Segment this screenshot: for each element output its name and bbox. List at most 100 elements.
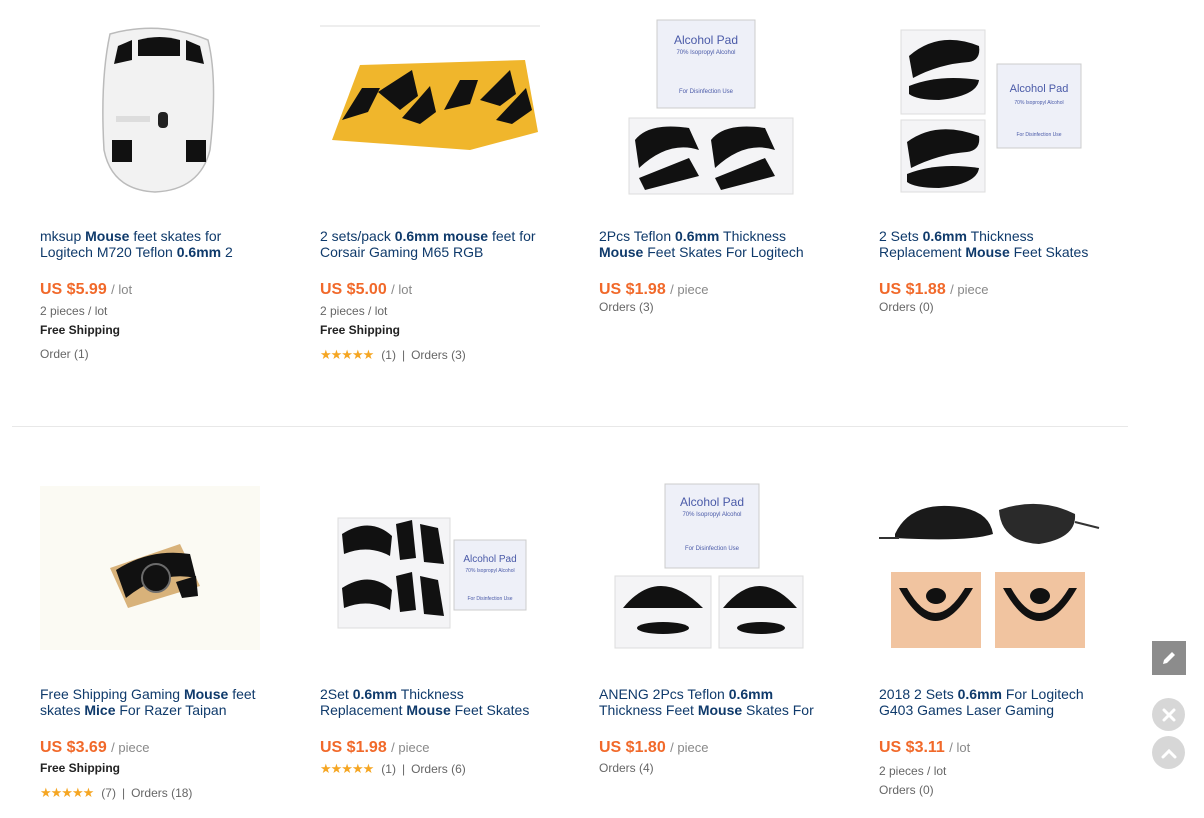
free-shipping-label: Free Shipping	[320, 323, 401, 337]
orders-count: Orders (0)	[879, 300, 934, 314]
product-card[interactable]: Alcohol Pad 70% Isopropyl Alcohol For Di…	[599, 458, 839, 818]
pieces-per-lot: 2 pieces / lot	[40, 304, 108, 318]
title-text: 2018 2 Sets	[879, 686, 958, 702]
rating-count[interactable]: (1)	[381, 348, 396, 362]
feedback-edit-button[interactable]	[1152, 641, 1186, 675]
product-card[interactable]: Alcohol Pad 70% Isopropyl Alcohol For Di…	[320, 458, 560, 818]
svg-text:70% Isopropyl Alcohol: 70% Isopropyl Alcohol	[465, 568, 514, 574]
orders-count: Orders (0)	[879, 783, 934, 797]
title-text: 2Pcs Teflon	[599, 228, 676, 244]
close-icon	[1162, 708, 1175, 721]
product-title[interactable]: mksup Mouse feet skates for Logitech M72…	[40, 228, 262, 264]
product-card[interactable]: Free Shipping Gaming Mouse feet skates M…	[40, 458, 280, 818]
orders-count: Orders (3)	[599, 300, 654, 314]
title-text: 2	[221, 244, 233, 260]
title-text: 2 sets/pack	[320, 228, 395, 244]
title-keyword: 0.6mm	[675, 228, 720, 244]
separator: |	[401, 762, 406, 776]
product-card[interactable]: 2018 2 Sets 0.6mm For Logitech G403 Game…	[879, 458, 1119, 818]
title-text: 2Set	[320, 686, 353, 702]
product-image[interactable]: Alcohol Pad 70% Isopropyl Alcohol For Di…	[599, 458, 821, 678]
product-card[interactable]: Alcohol Pad 70% Isopropyl Alcohol For Di…	[879, 0, 1119, 380]
product-image[interactable]: Alcohol Pad 70% Isopropyl Alcohol For Di…	[879, 0, 1101, 220]
product-row-1: mksup Mouse feet skates for Logitech M72…	[0, 0, 1140, 380]
product-price: US $1.80 / piece	[599, 739, 709, 756]
product-price: US $1.98 / piece	[599, 281, 709, 298]
title-keyword: 0.6mm	[176, 244, 222, 260]
rating-and-orders: ★★★★★ (1) | Orders (3)	[320, 347, 466, 363]
title-keyword: 0.6mm	[352, 686, 398, 702]
title-text: Thickness Feet	[599, 702, 698, 718]
back-to-top-button[interactable]	[1152, 736, 1185, 769]
orders-count: Order (1)	[40, 347, 89, 361]
product-image[interactable]: Alcohol Pad 70% Isopropyl Alcohol For Di…	[599, 0, 821, 220]
title-keyword: Mouse	[406, 702, 451, 718]
free-shipping-label: Free Shipping	[40, 761, 121, 775]
product-image[interactable]	[40, 0, 262, 220]
title-keyword: Mouse	[697, 702, 743, 718]
product-image[interactable]: Alcohol Pad 70% Isopropyl Alcohol For Di…	[320, 458, 542, 678]
product-price: US $3.11 / lot	[879, 739, 971, 756]
title-keyword: Mouse	[183, 686, 229, 702]
product-price: US $5.99 / lot	[40, 281, 133, 298]
product-title[interactable]: 2018 2 Sets 0.6mm For Logitech G403 Game…	[879, 686, 1101, 722]
product-title[interactable]: ANENG 2Pcs Teflon 0.6mm Thickness Feet M…	[599, 686, 821, 722]
title-text: 2 Sets	[879, 228, 923, 244]
product-price: US $3.69 / piece	[40, 739, 150, 756]
orders-count[interactable]: Orders (18)	[131, 786, 192, 800]
product-price: US $1.98 / piece	[320, 739, 430, 756]
product-price: US $1.88 / piece	[879, 281, 989, 298]
pencil-icon	[1163, 652, 1175, 664]
title-text: For Razer Taipan	[115, 702, 227, 718]
close-button[interactable]	[1152, 698, 1185, 731]
svg-text:Alcohol Pad: Alcohol Pad	[463, 554, 516, 565]
pieces-per-lot: 2 pieces / lot	[320, 304, 388, 318]
rating-stars-icon: ★★★★★	[320, 761, 374, 776]
product-title[interactable]: 2Set 0.6mm Thickness Replacement Mouse F…	[320, 686, 542, 722]
product-title[interactable]: 2Pcs Teflon 0.6mm Thickness Mouse Feet S…	[599, 228, 821, 264]
title-keyword: Mouse	[85, 228, 130, 244]
svg-text:70% Isopropyl Alcohol: 70% Isopropyl Alcohol	[676, 50, 735, 56]
svg-text:70% Isopropyl Alcohol: 70% Isopropyl Alcohol	[1014, 100, 1063, 106]
free-shipping-label: Free Shipping	[40, 323, 121, 337]
product-image[interactable]	[320, 0, 542, 220]
title-keyword: 0.6mm	[922, 228, 967, 244]
svg-text:Alcohol Pad: Alcohol Pad	[680, 495, 744, 509]
pieces-per-lot: 2 pieces / lot	[879, 764, 947, 778]
title-keyword: Mouse	[965, 244, 1010, 260]
product-row-2: Free Shipping Gaming Mouse feet skates M…	[0, 458, 1140, 818]
title-text: Skates For	[742, 702, 814, 718]
title-keyword: 0.6mm	[957, 686, 1002, 702]
product-title[interactable]: Free Shipping Gaming Mouse feet skates M…	[40, 686, 262, 722]
title-keyword: 0.6mm	[728, 686, 774, 702]
product-image[interactable]	[40, 458, 262, 678]
rating-count[interactable]: (1)	[381, 762, 396, 776]
orders-count[interactable]: Orders (3)	[411, 348, 466, 362]
product-card[interactable]: 2 sets/pack 0.6mm mouse feet for Corsair…	[320, 0, 560, 380]
title-text: Thickness	[719, 228, 787, 244]
product-title[interactable]: 2 sets/pack 0.6mm mouse feet for Corsair…	[320, 228, 542, 264]
title-text: Free Shipping Gaming	[40, 686, 184, 702]
title-text: Feet Skates	[1009, 244, 1089, 260]
rating-stars-icon: ★★★★★	[40, 785, 94, 800]
rating-stars-icon: ★★★★★	[320, 347, 374, 362]
orders-count[interactable]: Orders (6)	[411, 762, 466, 776]
title-keyword: Mouse	[599, 244, 644, 260]
alcohol-pad-label: Alcohol Pad	[674, 33, 738, 47]
product-title[interactable]: 2 Sets 0.6mm Thickness Replacement Mouse…	[879, 228, 1101, 264]
rating-count[interactable]: (7)	[101, 786, 116, 800]
rating-and-orders: ★★★★★ (7) | Orders (18)	[40, 785, 192, 801]
product-card[interactable]: Alcohol Pad 70% Isopropyl Alcohol For Di…	[599, 0, 839, 380]
product-card[interactable]: mksup Mouse feet skates for Logitech M72…	[40, 0, 280, 380]
rating-and-orders: ★★★★★ (1) | Orders (6)	[320, 761, 466, 777]
product-price: US $5.00 / lot	[320, 281, 413, 298]
title-keyword: Mice	[84, 702, 116, 718]
separator: |	[121, 786, 126, 800]
svg-text:For Disinfection Use: For Disinfection Use	[1016, 132, 1061, 138]
orders-count: Orders (4)	[599, 761, 654, 775]
title-text: Feet Skates	[450, 702, 530, 718]
svg-text:For Disinfection Use: For Disinfection Use	[685, 546, 740, 552]
svg-text:For Disinfection Use: For Disinfection Use	[467, 596, 512, 602]
product-image[interactable]	[879, 458, 1101, 678]
svg-text:For Disinfection Use: For Disinfection Use	[679, 89, 734, 95]
